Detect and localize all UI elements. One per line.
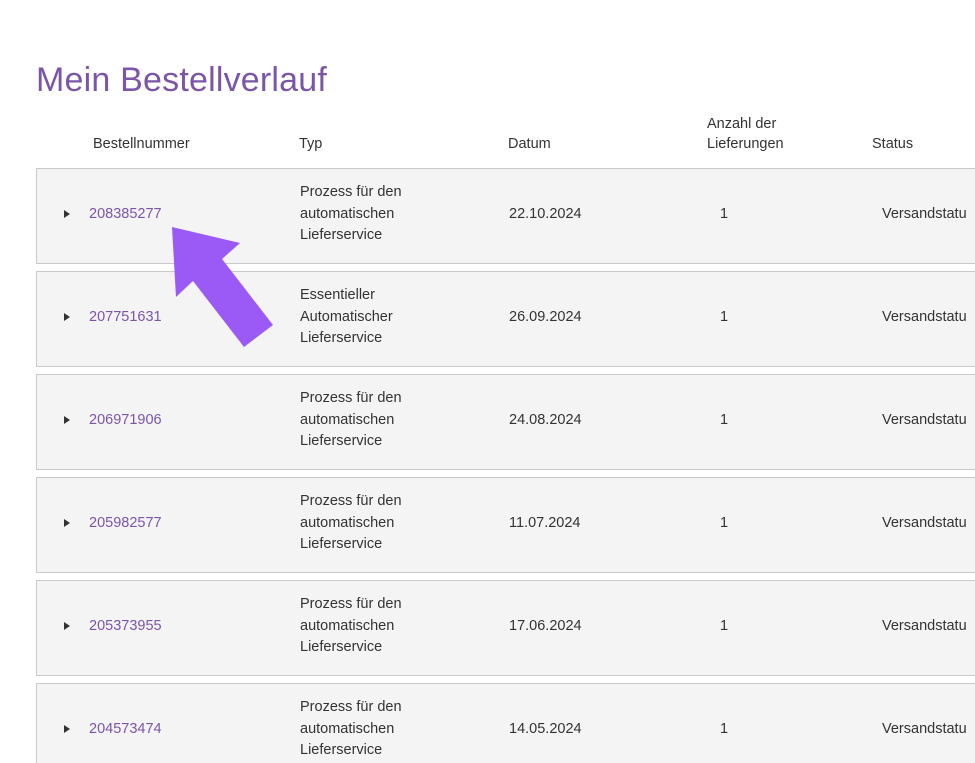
caret-right-icon[interactable]	[64, 725, 70, 733]
order-status: Versandstatu	[882, 721, 967, 737]
order-date: 14.05.2024	[509, 721, 582, 737]
order-date: 11.07.2024	[509, 515, 581, 531]
order-row[interactable]: 204573474 Prozess für den automatischen …	[36, 683, 975, 763]
order-status: Versandstatu	[882, 412, 967, 428]
order-date: 26.09.2024	[509, 309, 582, 325]
delivery-count: 1	[720, 206, 729, 222]
table-header: Bestellnummer Typ Datum Anzahl der Liefe…	[36, 110, 975, 158]
order-date: 22.10.2024	[509, 206, 582, 222]
delivery-count: 1	[720, 721, 729, 737]
order-status: Versandstatu	[882, 618, 967, 634]
order-type: Prozess für den automatischen Lieferserv…	[300, 493, 402, 552]
order-status: Versandstatu	[882, 206, 967, 222]
order-number-link[interactable]: 206971906	[89, 410, 162, 430]
delivery-count: 1	[720, 309, 729, 325]
order-type: Prozess für den automatischen Lieferserv…	[300, 596, 402, 655]
caret-right-icon[interactable]	[64, 210, 70, 218]
column-header-status: Status	[872, 136, 914, 152]
page-title: Mein Bestellverlauf	[36, 61, 328, 99]
column-header-deliveries: Anzahl der Lieferungen	[707, 116, 784, 152]
order-row[interactable]: 207751631 Essentieller Automatischer Lie…	[36, 271, 975, 367]
order-type: Prozess für den automatischen Lieferserv…	[300, 184, 402, 243]
order-list: 208385277 Prozess für den automatischen …	[36, 168, 975, 763]
order-number-link[interactable]: 207751631	[89, 307, 162, 327]
column-header-date: Datum	[508, 136, 551, 152]
column-header-type: Typ	[299, 136, 323, 152]
order-number-link[interactable]: 204573474	[89, 719, 162, 739]
order-row[interactable]: 205982577 Prozess für den automatischen …	[36, 477, 975, 573]
caret-right-icon[interactable]	[64, 622, 70, 630]
order-date: 17.06.2024	[509, 618, 582, 634]
delivery-count: 1	[720, 412, 729, 428]
caret-right-icon[interactable]	[64, 313, 70, 321]
delivery-count: 1	[720, 618, 729, 634]
column-header-order-number: Bestellnummer	[93, 136, 190, 152]
order-row[interactable]: 208385277 Prozess für den automatischen …	[36, 168, 975, 264]
order-type: Prozess für den automatischen Lieferserv…	[300, 699, 402, 758]
caret-right-icon[interactable]	[64, 416, 70, 424]
order-history-page: Mein Bestellverlauf Bestellnummer Typ Da…	[0, 0, 975, 763]
order-number-link[interactable]: 205982577	[89, 513, 162, 533]
delivery-count: 1	[720, 515, 729, 531]
order-type: Essentieller Automatischer Lieferservice	[300, 287, 393, 346]
order-status: Versandstatu	[882, 309, 967, 325]
caret-right-icon[interactable]	[64, 519, 70, 527]
order-date: 24.08.2024	[509, 412, 582, 428]
order-type: Prozess für den automatischen Lieferserv…	[300, 390, 402, 449]
order-row[interactable]: 206971906 Prozess für den automatischen …	[36, 374, 975, 470]
order-status: Versandstatu	[882, 515, 967, 531]
order-row[interactable]: 205373955 Prozess für den automatischen …	[36, 580, 975, 676]
order-number-link[interactable]: 208385277	[89, 204, 162, 224]
order-number-link[interactable]: 205373955	[89, 616, 162, 636]
